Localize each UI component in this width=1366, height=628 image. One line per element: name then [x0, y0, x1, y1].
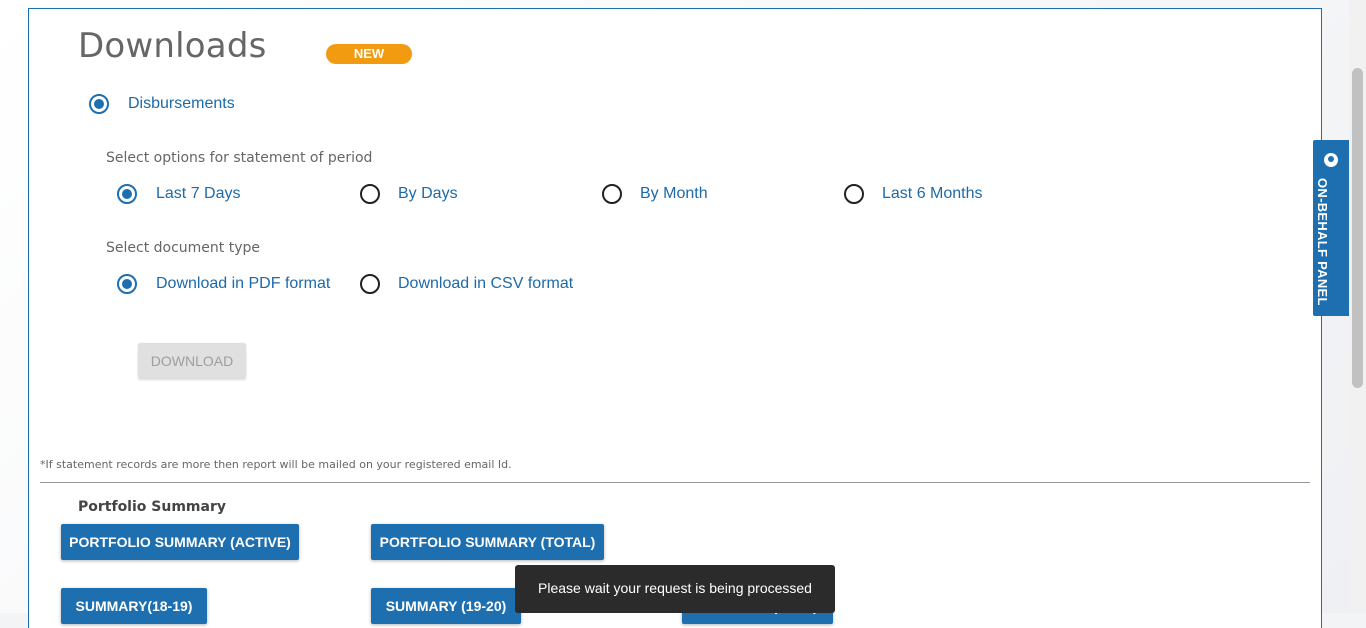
disbursements-label[interactable]: Disbursements: [128, 95, 235, 113]
doctype-prompt: Select document type: [106, 240, 260, 256]
period-label-last-7-days[interactable]: Last 7 Days: [156, 185, 240, 203]
portfolio-summary-heading: Portfolio Summary: [78, 499, 226, 515]
summary-19-20-button[interactable]: SUMMARY (19-20): [371, 588, 521, 624]
portfolio-summary-active-button[interactable]: PORTFOLIO SUMMARY (ACTIVE): [61, 524, 299, 560]
new-badge: NEW: [326, 44, 412, 64]
user-icon: [1324, 153, 1338, 167]
scrollbar-thumb[interactable]: [1352, 68, 1363, 388]
download-button[interactable]: DOWNLOAD: [138, 343, 246, 379]
summary-18-19-button[interactable]: SUMMARY(18-19): [61, 588, 207, 624]
processing-toast: Please wait your request is being proces…: [515, 565, 835, 613]
period-label-by-month[interactable]: By Month: [640, 185, 708, 203]
doctype-radio-csv[interactable]: [360, 274, 380, 294]
period-label-by-days[interactable]: By Days: [398, 185, 458, 203]
portfolio-summary-total-button[interactable]: PORTFOLIO SUMMARY (TOTAL): [371, 524, 604, 560]
divider: [40, 482, 1310, 483]
page-title: Downloads: [78, 26, 267, 66]
period-radio-last-6-months[interactable]: [844, 184, 864, 204]
period-radio-last-7-days[interactable]: [117, 184, 137, 204]
on-behalf-panel-tab[interactable]: ON-BEHALF PANEL: [1313, 140, 1349, 316]
disbursements-radio[interactable]: [89, 94, 109, 114]
doctype-label-pdf[interactable]: Download in PDF format: [156, 275, 330, 293]
period-label-last-6-months[interactable]: Last 6 Months: [882, 185, 983, 203]
period-prompt: Select options for statement of period: [106, 150, 373, 166]
doctype-radio-pdf[interactable]: [117, 274, 137, 294]
doctype-label-csv[interactable]: Download in CSV format: [398, 275, 573, 293]
period-radio-by-days[interactable]: [360, 184, 380, 204]
on-behalf-panel-label: ON-BEHALF PANEL: [1315, 178, 1330, 306]
period-radio-by-month[interactable]: [602, 184, 622, 204]
mail-note: *If statement records are more then repo…: [40, 458, 512, 471]
